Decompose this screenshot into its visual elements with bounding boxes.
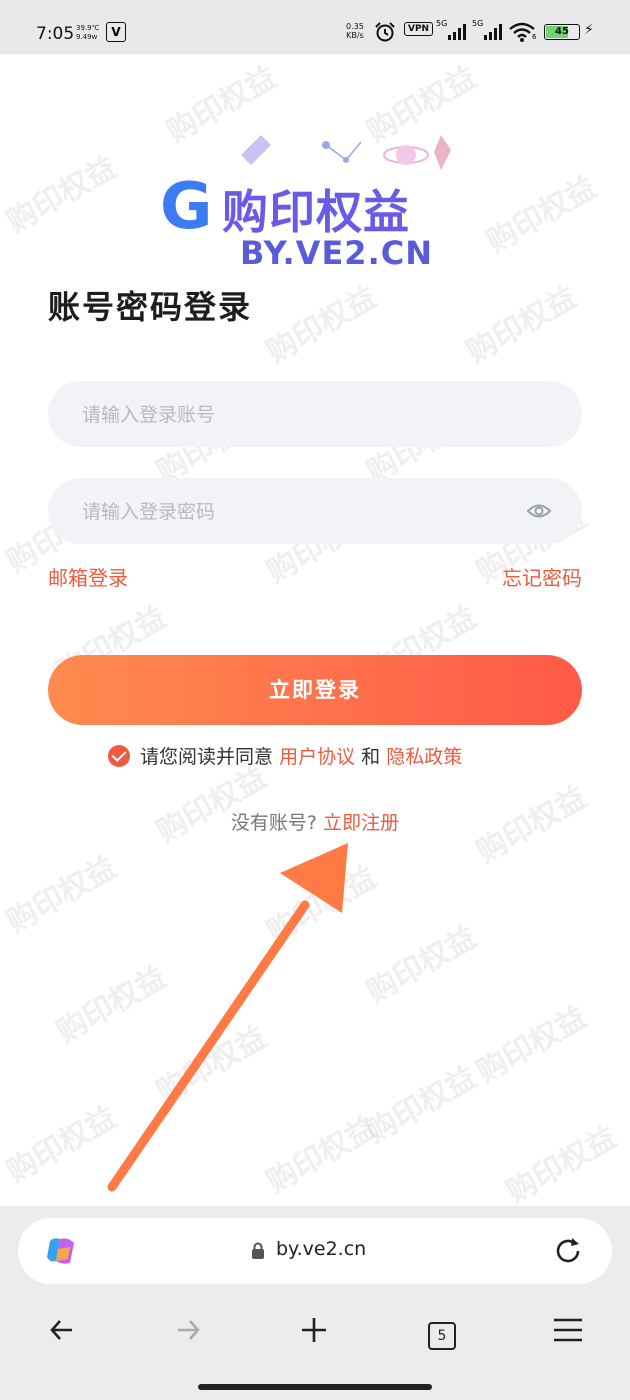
clock: 7:05 [36,24,75,44]
temperature-readout: 39.9℃ 9.49w [76,24,99,42]
signal-icon-1: 5G [436,19,468,45]
account-field[interactable] [48,381,582,449]
watermark-text: 购印权益 [461,279,583,371]
register-row: 没有账号? 立即注册 [0,808,630,835]
browser-toolbar: by.ve2.cn 5 [0,1206,630,1400]
charging-icon: ⚡ [584,22,594,38]
status-bar: 7:05 39.9℃ 9.49w V 0.35 KB/s VPN 5G 5G 6… [0,0,630,54]
agreement-row: 请您阅读并同意 用户协议 和 隐私政策 [108,742,462,769]
logo-letter: G [160,170,213,244]
power-value: 9.49w [76,33,98,41]
eye-icon[interactable] [526,498,552,524]
agreement-checkbox[interactable] [108,745,130,767]
net-speed: 0.35 KB/s [346,22,364,40]
login-button[interactable]: 立即登录 [48,655,582,725]
alarm-icon [375,22,395,42]
signal-icon-2: 5G [472,19,504,45]
user-agreement-link[interactable]: 用户协议 [279,746,355,768]
register-prompt: 没有账号? [230,812,318,834]
watermark-text: 购印权益 [501,1119,623,1211]
logo-decoration-icon [241,135,451,170]
logo-domain: BY.VE2.CN [240,234,433,272]
signal1-label: 5G [436,19,448,28]
lock-icon [252,1242,264,1259]
register-link[interactable]: 立即注册 [323,812,399,834]
forward-icon[interactable] [174,1316,202,1344]
wifi-icon: 6 [508,21,538,47]
battery-icon: 45 [544,24,580,40]
agreement-prefix: 请您阅读并同意 [140,746,274,768]
watermark-text: 购印权益 [361,1059,483,1151]
annotation-arrow-icon [107,843,348,1192]
signal2-label: 5G [472,19,484,28]
vpn-badge: VPN [404,22,434,36]
wifi-sub-label: 6 [532,33,537,41]
net-speed-value: 0.35 [346,22,364,31]
page-title: 账号密码登录 [48,288,253,326]
new-tab-icon[interactable] [300,1316,328,1344]
watermark-text: 购印权益 [471,999,593,1091]
logo-name: 购印权益 [222,185,410,239]
watermark-text: 购印权益 [261,279,383,371]
back-icon[interactable] [48,1316,76,1344]
password-input[interactable] [80,478,524,546]
account-input[interactable] [80,381,524,449]
reload-icon[interactable] [552,1235,584,1267]
tab-count-button[interactable]: 5 [428,1322,456,1350]
watermark-text: 购印权益 [361,919,483,1011]
home-indicator[interactable] [198,1384,432,1390]
address-bar[interactable]: by.ve2.cn [18,1218,612,1284]
net-speed-unit: KB/s [346,31,364,40]
password-field[interactable] [48,478,582,546]
temp-value: 39.9℃ [76,24,100,32]
privacy-policy-link[interactable]: 隐私政策 [386,746,462,768]
copilot-icon[interactable] [44,1235,78,1267]
watermark-text: 购印权益 [1,149,123,241]
agreement-and: 和 [361,746,381,768]
battery-level: 45 [555,26,569,37]
url-text[interactable]: by.ve2.cn [276,1238,366,1260]
forgot-password-link[interactable]: 忘记密码 [502,562,582,591]
email-login-link[interactable]: 邮箱登录 [48,562,128,591]
menu-icon[interactable] [552,1316,584,1344]
brand-logo: G 购印权益 BY.VE2.CN [160,130,470,272]
v-app-icon: V [106,22,126,42]
watermark-text: 购印权益 [481,169,603,261]
